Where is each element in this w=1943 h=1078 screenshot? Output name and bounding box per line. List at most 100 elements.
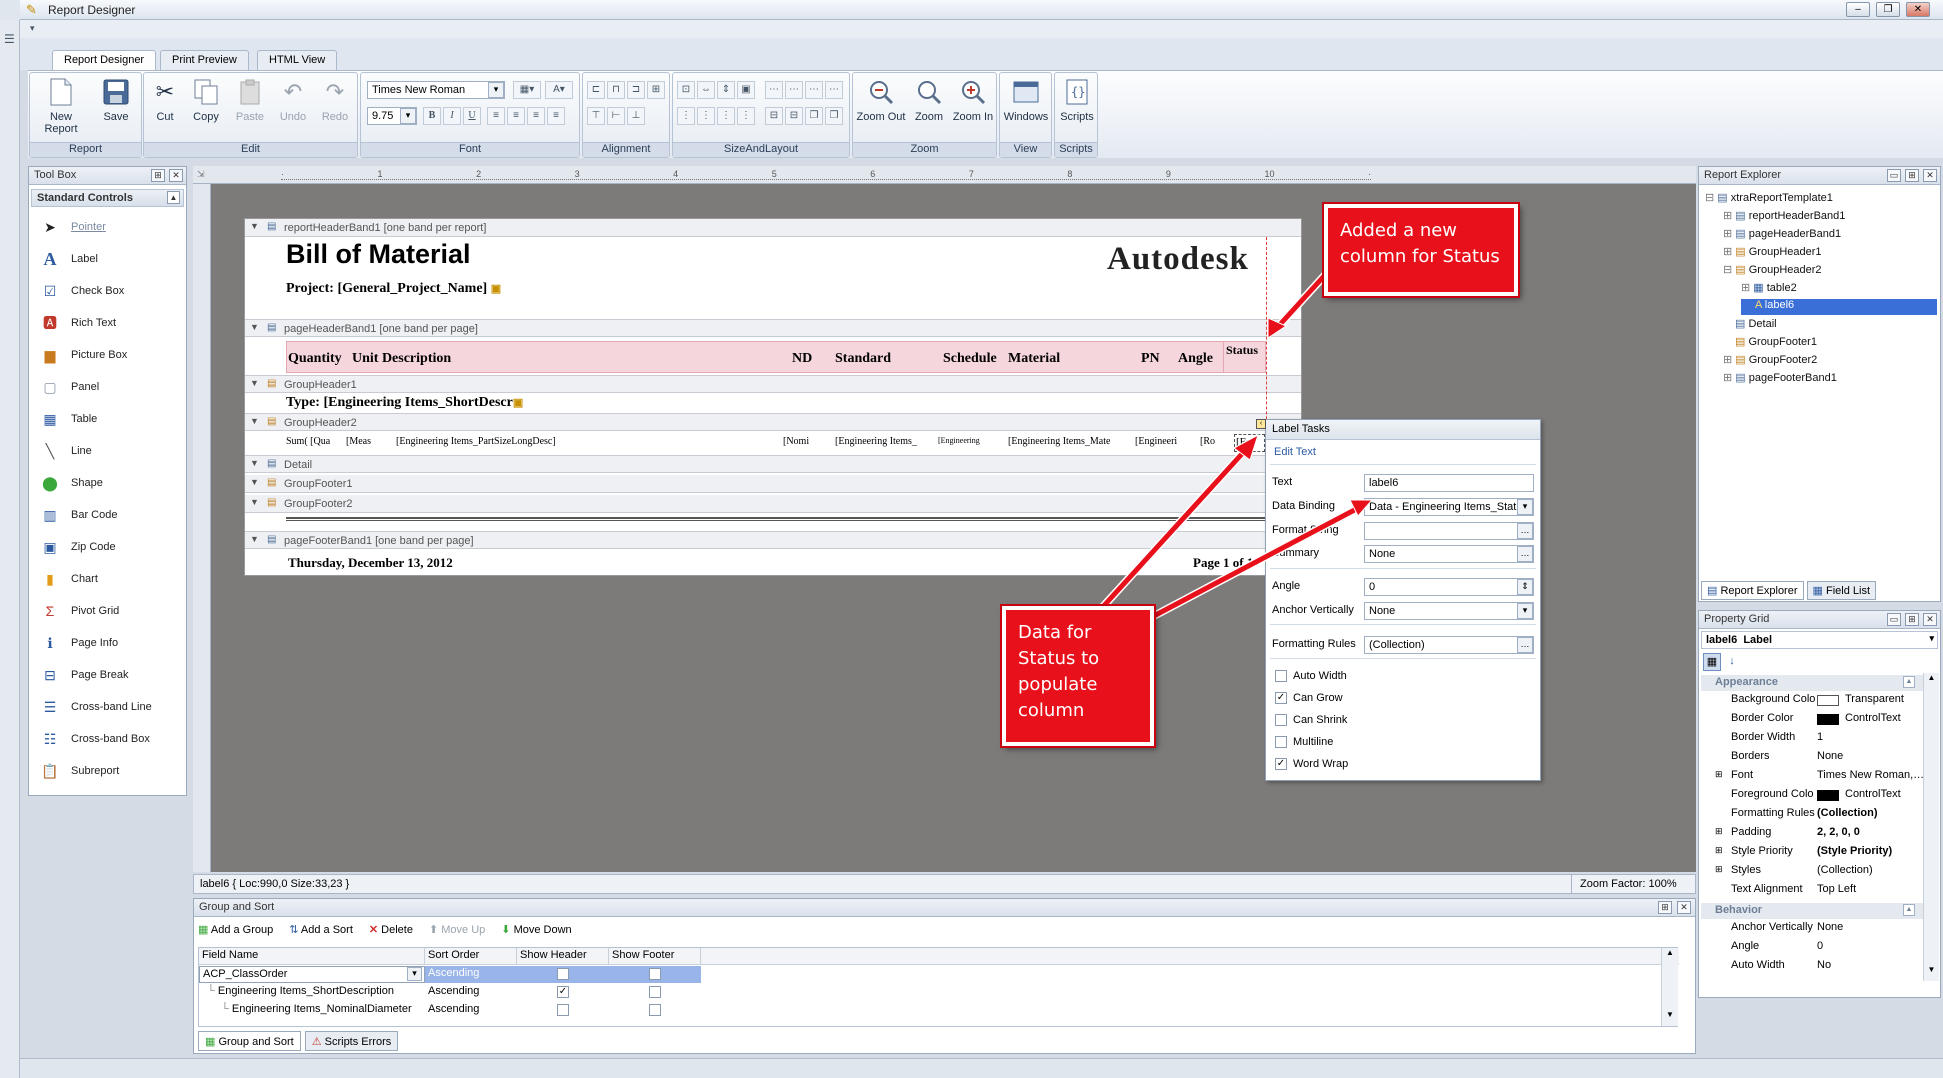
row1-show-footer-checkbox[interactable]: [649, 968, 661, 980]
tree-group-footer1-label: GroupFooter1: [1748, 336, 1816, 348]
row2-show-header-checkbox[interactable]: ✓: [557, 986, 569, 998]
pg-sp-name: Style Priority: [1731, 845, 1793, 857]
alphabetical-icon[interactable]: ↓: [1723, 653, 1741, 671]
grid-col-sort-order[interactable]: Sort Order: [425, 948, 517, 965]
collapse-icon[interactable]: ▲: [1903, 676, 1915, 688]
add-sort-button[interactable]: ⇅ Add a Sort: [289, 923, 353, 941]
pg-ta-value: Top Left: [1817, 883, 1856, 895]
expander-icon: ⊞: [1723, 354, 1732, 366]
collapse-icon[interactable]: ▲: [1903, 904, 1915, 916]
row1-field[interactable]: ACP_ClassOrder: [199, 966, 425, 983]
expander-icon[interactable]: ⊞: [1715, 769, 1723, 780]
row2-order[interactable]: Ascending: [425, 984, 517, 1001]
pg-object-selector[interactable]: label6 Label ▾: [1701, 631, 1938, 649]
add-sort-label: Add a Sort: [301, 924, 353, 936]
move-up-icon: ⬆: [429, 924, 438, 936]
pg-object-dropdown-icon[interactable]: ▾: [1929, 633, 1934, 644]
tab-field-list[interactable]: ▦ Field List: [1807, 581, 1877, 600]
re-close-icon[interactable]: ✕: [1923, 169, 1937, 182]
move-down-button[interactable]: ⬇ Move Down: [501, 923, 571, 941]
tree-detail[interactable]: ▤ Detail: [1735, 317, 1777, 330]
tree-label6[interactable]: A label6: [1741, 299, 1937, 315]
tab-group-and-sort[interactable]: ▦ Group and Sort: [198, 1031, 301, 1051]
pg-row-auto-width[interactable]: Auto WidthNo: [1701, 959, 1927, 976]
report-explorer-title: Report Explorer: [1704, 169, 1781, 181]
row1-field-dropdown-icon[interactable]: ▾: [407, 967, 422, 981]
re-autohide-icon[interactable]: ⊞: [1905, 169, 1919, 182]
pg-sp-value: (Style Priority): [1817, 845, 1892, 857]
expander-icon[interactable]: ⊞: [1715, 864, 1723, 875]
row3-show-header-checkbox[interactable]: [557, 1004, 569, 1016]
expander-icon: ⊞: [1723, 228, 1732, 240]
grid-col-show-footer[interactable]: Show Footer: [609, 948, 701, 965]
scroll-up-icon[interactable]: ▲: [1924, 673, 1939, 689]
expander-icon[interactable]: ⊞: [1715, 826, 1723, 837]
pg-row-border-width[interactable]: Border Width1: [1701, 731, 1927, 748]
tree-root[interactable]: ⊟ ▤ xtraReportTemplate1: [1705, 191, 1833, 204]
pg-behavior-category[interactable]: Behavior▲: [1701, 903, 1923, 919]
row3-order[interactable]: Ascending: [425, 1002, 517, 1019]
tree-page-footer-label: pageFooterBand1: [1749, 372, 1837, 384]
pg-row-border-color[interactable]: Border ColorControlText: [1701, 712, 1927, 729]
add-group-button[interactable]: ▦ Add a Group: [198, 923, 273, 941]
row2-field[interactable]: └ Engineering Items_ShortDescription: [199, 984, 425, 1001]
tree-group-footer2[interactable]: ⊞ ▤ GroupFooter2: [1723, 353, 1817, 366]
delete-button[interactable]: ✕ Delete: [369, 923, 413, 941]
scroll-up-icon[interactable]: ▲: [1662, 948, 1678, 964]
tree-page-header[interactable]: ⊞ ▤ pageHeaderBand1: [1723, 227, 1841, 240]
band-icon: ▤: [1735, 246, 1745, 258]
pg-av-value: None: [1817, 921, 1843, 933]
row3-show-footer-checkbox[interactable]: [649, 1004, 661, 1016]
grid-scrollbar[interactable]: ▲ ▼: [1661, 948, 1678, 1026]
expander-icon: ⊞: [1723, 246, 1732, 258]
pg-appearance-category[interactable]: Appearance▲: [1701, 675, 1923, 691]
property-grid-panel: Property Grid ▭ ⊞ ✕ label6 Label ▾ ▦ ↓ A…: [1698, 610, 1941, 998]
tree-group-header1[interactable]: ⊞ ▤ GroupHeader1: [1723, 245, 1822, 258]
grid-col-field-name[interactable]: Field Name: [199, 948, 425, 965]
pg-autohide-icon[interactable]: ⊞: [1905, 613, 1919, 626]
field-list-tab-icon: ▦: [1813, 585, 1823, 597]
tree-group-header2[interactable]: ⊟ ▤ GroupHeader2: [1723, 263, 1822, 276]
tab-scripts-errors[interactable]: ⚠ Scripts Errors: [305, 1031, 399, 1051]
pg-fr-name: Formatting Rules: [1731, 807, 1815, 819]
tree-report-header[interactable]: ⊞ ▤ reportHeaderBand1: [1723, 209, 1845, 222]
row3-field[interactable]: └ Engineering Items_NominalDiameter: [199, 1002, 425, 1019]
row2-show-footer-checkbox[interactable]: [649, 986, 661, 998]
delete-icon: ✕: [369, 924, 378, 936]
band-icon: ▤: [1735, 264, 1745, 276]
pg-row-foreground-color[interactable]: Foreground ColoControlText: [1701, 788, 1927, 805]
group-sort-close-icon[interactable]: ✕: [1677, 901, 1691, 914]
tree-table2[interactable]: ⊞ ▦ table2: [1741, 281, 1797, 294]
pg-bc-value: ControlText: [1845, 712, 1901, 724]
pg-row-styles[interactable]: ⊞Styles(Collection): [1701, 864, 1927, 881]
callout-status-column: Added a new column for Status: [1324, 204, 1518, 296]
pg-row-angle[interactable]: Angle0: [1701, 940, 1927, 957]
pg-close-icon[interactable]: ✕: [1923, 613, 1937, 626]
group-sort-pin-icon[interactable]: ⊞: [1658, 901, 1672, 914]
tab-report-explorer[interactable]: ▤ Report Explorer: [1701, 581, 1804, 600]
pg-scrollbar[interactable]: ▲ ▼: [1923, 673, 1939, 981]
pg-row-formatting-rules[interactable]: Formatting Rules(Collection): [1701, 807, 1927, 824]
grid-col-show-header[interactable]: Show Header: [517, 948, 609, 965]
group-sort-title: Group and Sort: [199, 901, 274, 913]
tree-page-footer[interactable]: ⊞ ▤ pageFooterBand1: [1723, 371, 1837, 384]
scroll-down-icon[interactable]: ▼: [1662, 1010, 1678, 1026]
tree-group-footer1[interactable]: ▤ GroupFooter1: [1735, 335, 1817, 348]
pg-row-font[interactable]: ⊞FontTimes New Roman,…: [1701, 769, 1927, 786]
tree-label6-label: label6: [1765, 299, 1794, 311]
categorized-icon[interactable]: ▦: [1703, 653, 1721, 671]
pg-row-text-alignment[interactable]: Text AlignmentTop Left: [1701, 883, 1927, 900]
designer-status-bar: label6 { Loc:990,0 Size:33,23 } Zoom Fac…: [193, 874, 1696, 894]
pg-row-background-color[interactable]: Background ColoTransparent: [1701, 693, 1927, 710]
row1-show-header-checkbox[interactable]: [557, 968, 569, 980]
pg-row-style-priority[interactable]: ⊞ Style Priority (Style Priority): [1701, 845, 1927, 862]
scroll-down-icon[interactable]: ▼: [1924, 965, 1939, 981]
pg-row-borders[interactable]: BordersNone: [1701, 750, 1927, 767]
pg-pin-icon[interactable]: ▭: [1887, 613, 1901, 626]
re-pin-icon[interactable]: ▭: [1887, 169, 1901, 182]
pg-row-anchor-vertically[interactable]: Anchor VerticallyNone: [1701, 921, 1927, 938]
pg-row-padding[interactable]: ⊞Padding2, 2, 0, 0: [1701, 826, 1927, 843]
expander-icon[interactable]: ⊞: [1715, 845, 1723, 856]
move-up-button[interactable]: ⬆ Move Up: [429, 923, 485, 941]
pg-angle-value: 0: [1817, 940, 1823, 952]
